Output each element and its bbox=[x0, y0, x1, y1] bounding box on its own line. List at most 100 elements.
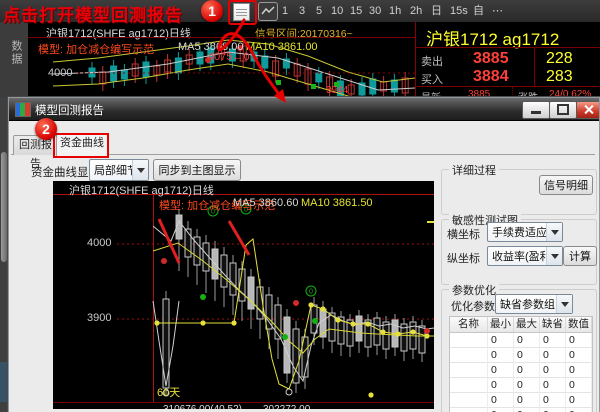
divider bbox=[28, 37, 415, 38]
equity-chart: 000 沪银1712(SHFE ag1712)日线 模型: 加仓减仓编写示范 M… bbox=[53, 181, 434, 409]
scrollbar-thumb[interactable] bbox=[1, 152, 7, 262]
yaxis-select[interactable]: 收益率(盈利率) bbox=[487, 246, 563, 266]
param-optimize-label: 参数优化 bbox=[449, 282, 499, 298]
chevron-down-icon bbox=[546, 223, 562, 241]
period-15s[interactable]: 15s bbox=[450, 4, 468, 18]
annotation-headline: 点击打开模型回测报告 bbox=[3, 1, 183, 26]
calculate-button[interactable]: 计算 bbox=[563, 246, 597, 266]
annotation-badge-2: 2 bbox=[35, 118, 57, 140]
axis-label-3900: 3900 bbox=[87, 312, 111, 324]
param-cell[interactable]: 0 bbox=[488, 333, 514, 348]
xaxis-label: 横坐标 bbox=[447, 226, 480, 242]
col-header: 最小 bbox=[488, 317, 514, 333]
period-1h[interactable]: 1h bbox=[389, 4, 401, 18]
param-cell[interactable]: 0 bbox=[540, 393, 566, 408]
period-10[interactable]: 10 bbox=[331, 4, 343, 18]
param-cell[interactable]: 0 bbox=[540, 408, 566, 412]
equity-chart-title: 沪银1712(SHFE ag1712)日线 bbox=[69, 182, 214, 198]
app-left-edge bbox=[0, 97, 8, 412]
divider bbox=[534, 47, 535, 86]
main-chart-title: 沪银1712(SHFE ag1712)日线 bbox=[46, 25, 191, 41]
xaxis-select[interactable]: 手续费适应性 bbox=[487, 222, 563, 242]
app-logo-icon bbox=[15, 102, 31, 117]
axis-label-4000: 4000 bbox=[87, 237, 111, 249]
optimize-param-label: 优化参数 bbox=[451, 298, 495, 314]
equity-footer-right: 302272.00 bbox=[263, 404, 310, 409]
param-cell[interactable]: 0 bbox=[488, 378, 514, 393]
ma10-value: MA10 3861.50 bbox=[301, 197, 373, 209]
col-header: 最大 bbox=[514, 317, 540, 333]
param-cell[interactable]: 0 bbox=[514, 408, 540, 412]
period-2h[interactable]: 2h bbox=[410, 4, 422, 18]
buy-label: 买入 bbox=[421, 71, 443, 87]
divider bbox=[512, 87, 514, 97]
param-cell[interactable]: 0 bbox=[488, 348, 514, 363]
param-cell[interactable] bbox=[450, 393, 488, 408]
param-cell[interactable]: 0 bbox=[514, 393, 540, 408]
period-day[interactable]: 日 bbox=[431, 4, 442, 18]
param-cell[interactable]: 0 bbox=[488, 393, 514, 408]
param-cell[interactable] bbox=[450, 348, 488, 363]
divider bbox=[416, 86, 600, 87]
dialog-title: 模型回测报告 bbox=[35, 102, 104, 118]
sidebar-label: 数据 bbox=[8, 40, 22, 66]
more-icon[interactable]: ⋯ bbox=[492, 4, 503, 18]
sell-volume: 228 bbox=[546, 50, 573, 68]
quote-panel[interactable]: 沪银1712 ag1712 卖出 3885 228 买入 3884 283 最新… bbox=[415, 22, 600, 97]
close-button[interactable] bbox=[576, 101, 600, 119]
sell-price: 3885 bbox=[473, 50, 509, 68]
axis-label-4000: 4000 bbox=[48, 67, 72, 79]
param-cell[interactable]: 0 bbox=[566, 378, 592, 393]
param-cell[interactable] bbox=[450, 408, 488, 412]
annotation-tab-box bbox=[53, 133, 109, 158]
detail-process-label: 详细过程 bbox=[449, 162, 499, 178]
maximize-button[interactable] bbox=[549, 101, 577, 119]
param-cell[interactable]: 0 bbox=[514, 348, 540, 363]
sell-label: 卖出 bbox=[421, 53, 443, 69]
equity-chart-canvas: 000 bbox=[53, 181, 434, 409]
chevron-down-icon bbox=[556, 295, 572, 313]
ma5-value: MA5 3860.60 bbox=[233, 197, 298, 209]
period-30[interactable]: 30 bbox=[369, 4, 381, 18]
col-header: 数值 bbox=[566, 317, 592, 333]
param-cell[interactable] bbox=[450, 378, 488, 393]
chart-tool-icon[interactable] bbox=[258, 2, 278, 21]
price-marker: 4075←0→ bbox=[208, 51, 261, 63]
period-1[interactable]: 1 bbox=[282, 4, 288, 18]
param-cell[interactable]: 0 bbox=[540, 378, 566, 393]
model-label: 模型: 加仓减仓编写示范 bbox=[38, 41, 154, 57]
optimize-param-select[interactable]: 缺省参数组 bbox=[495, 294, 573, 314]
period-5[interactable]: 5 bbox=[316, 4, 322, 18]
param-cell[interactable]: 0 bbox=[566, 393, 592, 408]
param-cell[interactable]: 0 bbox=[566, 408, 592, 412]
dialog-titlebar[interactable]: 模型回测报告 bbox=[9, 98, 599, 121]
param-cell[interactable]: 0 bbox=[540, 363, 566, 378]
param-cell[interactable]: 0 bbox=[514, 363, 540, 378]
period-15[interactable]: 15 bbox=[350, 4, 362, 18]
period-3[interactable]: 3 bbox=[299, 4, 305, 18]
annotation-highlight-box bbox=[228, 0, 257, 25]
param-table: 名称 最小 最大 缺省 数值 0 0 0 0 0 0 0 0 0 0 0 0 0… bbox=[449, 316, 593, 412]
param-cell[interactable]: 0 bbox=[540, 348, 566, 363]
period-label: 60天 bbox=[157, 384, 180, 400]
price-low-label: 3944 bbox=[326, 85, 348, 96]
period-custom[interactable]: 自 bbox=[473, 4, 484, 18]
minimize-button[interactable] bbox=[522, 101, 550, 119]
sync-to-main-chart-button[interactable]: 同步到主图显示 bbox=[153, 159, 241, 181]
param-cell[interactable]: 0 bbox=[488, 363, 514, 378]
param-cell[interactable] bbox=[450, 363, 488, 378]
param-cell[interactable] bbox=[450, 333, 488, 348]
param-cell[interactable]: 0 bbox=[566, 363, 592, 378]
screen: 1 3 5 10 15 30 1h 2h 日 15s 自 ⋯ 数据 沪银1712… bbox=[0, 0, 600, 412]
yaxis-label: 纵坐标 bbox=[447, 250, 480, 266]
col-header: 名称 bbox=[450, 317, 488, 333]
buy-volume: 283 bbox=[546, 68, 573, 86]
param-cell[interactable]: 0 bbox=[540, 333, 566, 348]
curve-display-select[interactable]: 局部细节 bbox=[89, 159, 149, 181]
signal-detail-button[interactable]: 信号明细 bbox=[539, 175, 593, 195]
param-cell[interactable]: 0 bbox=[566, 333, 592, 348]
param-cell[interactable]: 0 bbox=[514, 333, 540, 348]
param-cell[interactable]: 0 bbox=[488, 408, 514, 412]
param-cell[interactable]: 0 bbox=[566, 348, 592, 363]
param-cell[interactable]: 0 bbox=[514, 378, 540, 393]
